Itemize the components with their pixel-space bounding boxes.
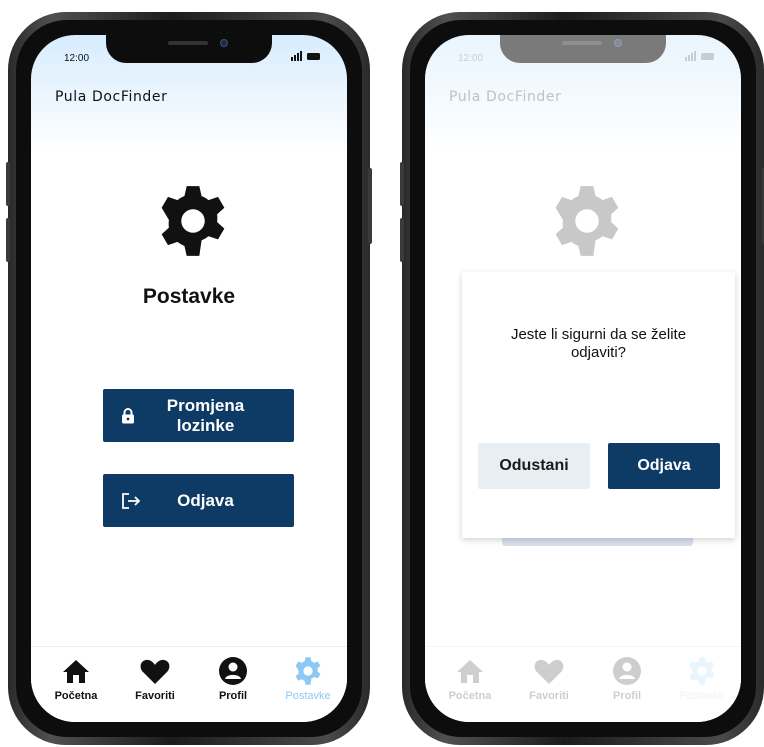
tab-bar: Početna Favoriti Profil Postavke	[31, 646, 347, 722]
logout-confirm-dialog: Jeste li sigurni da se želite odjaviti? …	[462, 272, 735, 538]
tab-favorites[interactable]: Favoriti	[115, 656, 195, 702]
tab-home-label: Početna	[54, 690, 98, 702]
tab-profile-label: Profil	[218, 690, 248, 702]
signal-icon	[291, 51, 302, 61]
tab-home[interactable]: Početna	[36, 656, 116, 702]
tab-settings[interactable]: Postavke	[268, 656, 347, 702]
tab-favorites-label: Favoriti	[135, 690, 175, 702]
notch	[106, 35, 272, 63]
cancel-button[interactable]: Odustani	[478, 443, 590, 489]
app-title: Pula DocFinder	[55, 89, 168, 105]
dialog-message-line1: Jeste li sigurni da se želite	[510, 326, 687, 343]
volume-button	[6, 162, 10, 206]
logout-icon	[122, 492, 141, 509]
volume-button	[400, 218, 404, 262]
heart-icon	[140, 659, 170, 684]
gear-icon	[295, 657, 321, 685]
tab-settings-label: Postavke	[285, 690, 331, 702]
logout-button[interactable]: Odjava	[103, 474, 294, 527]
volume-button	[400, 162, 404, 206]
speaker	[168, 41, 208, 45]
status-time: 12:00	[64, 53, 90, 64]
gear-icon	[161, 186, 225, 256]
camera-icon	[220, 39, 228, 47]
change-password-label-line2: lozinke	[176, 415, 235, 435]
logout-dialog-screen: 12:00 Pula DocFinder Početna Favoriti Pr…	[425, 35, 741, 722]
dialog-message-line2: odjaviti?	[570, 344, 627, 361]
status-icons	[291, 51, 320, 61]
settings-screen: 12:00 Pula DocFinder Postavke Promjena l…	[31, 35, 347, 722]
volume-button	[6, 218, 10, 262]
lock-icon	[122, 407, 134, 423]
page-title: Postavke	[142, 285, 236, 308]
power-button	[368, 168, 372, 244]
phone-frame-settings: 12:00 Pula DocFinder Postavke Promjena l…	[6, 12, 372, 745]
dialog-message: Jeste li sigurni da se želite odjaviti?	[482, 326, 715, 362]
change-password-label-line1: Promjena	[166, 395, 245, 415]
home-icon	[63, 660, 89, 683]
tab-profile[interactable]: Profil	[193, 656, 273, 702]
phone-bezel: 12:00 Pula DocFinder Postavke Promjena l…	[16, 20, 362, 737]
change-password-button[interactable]: Promjena lozinke	[103, 389, 294, 442]
phone-bezel: 12:00 Pula DocFinder Početna Favoriti Pr…	[410, 20, 756, 737]
confirm-logout-button[interactable]: Odjava	[608, 443, 720, 489]
battery-icon	[307, 53, 320, 60]
user-icon	[219, 657, 247, 685]
phone-frame-logout-dialog: 12:00 Pula DocFinder Početna Favoriti Pr…	[400, 12, 764, 745]
